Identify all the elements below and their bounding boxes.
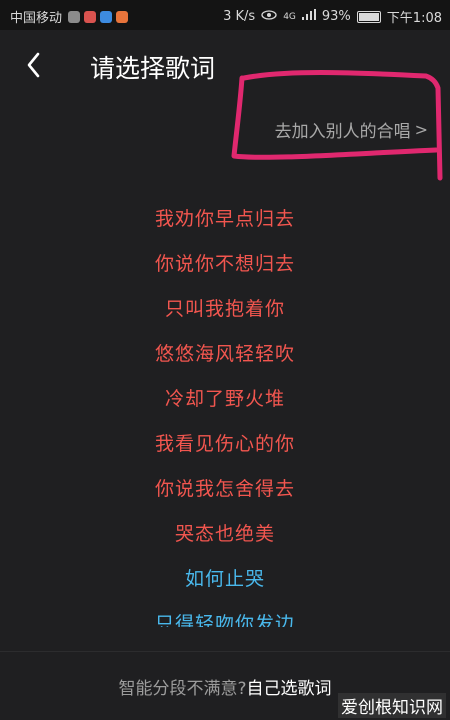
carrier-label: 中国移动: [10, 11, 63, 26]
status-bar-right: 3 K/s 4G 93% 下午1:08: [217, 7, 442, 26]
status-bar-left: 中国移动: [10, 7, 132, 26]
app-icon-3: [100, 10, 113, 23]
lyric-line[interactable]: 你说你不想归去: [0, 242, 450, 287]
lyric-line[interactable]: 冷却了野火堆: [0, 377, 450, 422]
lyric-line[interactable]: 悠悠海风轻轻吹: [0, 332, 450, 377]
signal-icon: [301, 9, 316, 24]
page-title: 请选择歌词: [90, 54, 216, 83]
network-type: 4G: [283, 11, 296, 22]
status-bar: 中国移动 3 K/s 4G 93% 下午1:08: [0, 0, 450, 30]
lyric-line[interactable]: 我看见伤心的你: [0, 422, 450, 467]
lyric-line[interactable]: 只叫我抱着你: [0, 287, 450, 332]
back-button[interactable]: [18, 48, 52, 82]
join-link-label: 去加入别人的合唱: [274, 121, 411, 142]
join-others-chorus-link[interactable]: 去加入别人的合唱 >: [240, 112, 440, 146]
watermark: 爱创根知识网: [338, 693, 446, 718]
network-speed: 3 K/s: [223, 9, 256, 24]
lyric-line[interactable]: 如何止哭: [0, 557, 450, 602]
select-lyrics-manually-link[interactable]: 自己选歌词: [247, 674, 332, 699]
app-icon-4: [116, 10, 129, 23]
header: 请选择歌词: [0, 30, 450, 100]
chevron-left-icon: [27, 52, 40, 78]
app-icon-2: [84, 10, 97, 23]
eye-icon: [261, 9, 277, 24]
footer-question: 智能分段不满意?: [118, 678, 247, 699]
lyrics-list[interactable]: 我劝你早点归去 你说你不想归去 只叫我抱着你 悠悠海风轻轻吹 冷却了野火堆 我看…: [0, 197, 450, 627]
lyric-line[interactable]: 只得轻吻你发边: [0, 602, 450, 627]
clock: 下午1:08: [386, 11, 442, 26]
lyric-line[interactable]: 我劝你早点归去: [0, 197, 450, 242]
chevron-right-icon: >: [414, 119, 428, 139]
lyric-line[interactable]: 哭态也绝美: [0, 512, 450, 557]
battery-icon: [356, 10, 381, 23]
app-icon-1: [68, 10, 81, 23]
battery-percent: 93%: [321, 9, 351, 24]
lyric-line[interactable]: 你说我怎舍得去: [0, 467, 450, 512]
